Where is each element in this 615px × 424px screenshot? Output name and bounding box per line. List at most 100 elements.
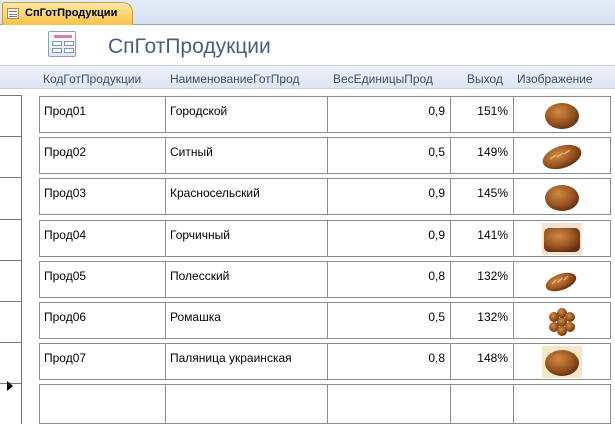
yield-field[interactable]: 149% (450, 137, 514, 174)
record-selector[interactable] (0, 342, 22, 383)
record-row: Прод02 Ситный 0,5 149% (39, 137, 611, 174)
image-field[interactable] (513, 302, 611, 339)
yield-field[interactable]: 148% (450, 343, 514, 380)
record-selector[interactable] (0, 136, 22, 177)
code-field-value: Прод07 (44, 351, 87, 365)
weight-field[interactable]: 0,9 (327, 178, 451, 215)
name-field[interactable]: Красносельский (165, 178, 328, 215)
yield-field[interactable] (450, 384, 514, 424)
name-field[interactable]: Горчичный (165, 220, 328, 257)
weight-field[interactable]: 0,9 (327, 220, 451, 257)
name-field[interactable]: Городской (165, 96, 328, 133)
code-field-value: Прод01 (44, 104, 87, 118)
image-field[interactable] (513, 178, 611, 215)
yield-field[interactable]: 132% (450, 302, 514, 339)
name-field-value: Ситный (170, 145, 213, 159)
round-loaf-image (542, 181, 582, 213)
weight-field[interactable]: 0,8 (327, 261, 451, 298)
form-icon (7, 8, 19, 19)
code-field[interactable]: Прод06 (39, 302, 166, 339)
form-title: СпГотПродукции (108, 35, 271, 58)
code-field[interactable]: Прод07 (39, 343, 166, 380)
weight-field-value: 0,8 (428, 269, 445, 283)
name-field-value: Полесский (170, 269, 230, 283)
record-row: Прод03 Красносельский 0,9 145% (39, 178, 611, 215)
code-field-value: Прод04 (44, 228, 87, 242)
name-field[interactable]: Ромашка (165, 302, 328, 339)
yield-field[interactable]: 145% (450, 178, 514, 215)
yield-field[interactable]: 132% (450, 261, 514, 298)
record-row: Прод06 Ромашка 0,5 132% (39, 302, 611, 339)
record-selector[interactable] (0, 177, 22, 218)
record-row (39, 384, 611, 424)
weight-field[interactable]: 0,8 (327, 343, 451, 380)
yield-field-value: 149% (477, 145, 508, 159)
form-icon (48, 31, 78, 59)
record-selector[interactable] (0, 381, 22, 424)
document-tab[interactable]: СпГотПродукции (2, 2, 133, 25)
code-field-value: Прод06 (44, 310, 87, 324)
record-row: Прод07 Паляница украинская 0,8 148% (39, 343, 611, 380)
image-field[interactable] (513, 261, 611, 298)
name-field-value: Паляница украинская (170, 351, 292, 365)
code-field[interactable]: Прод01 (39, 96, 166, 133)
column-header-yield: Выход (467, 72, 503, 86)
column-header-image: Изображение (517, 72, 593, 86)
name-field[interactable]: Паляница украинская (165, 343, 328, 380)
long-loaf-image (542, 144, 582, 170)
yield-field-value: 145% (477, 186, 508, 200)
weight-field-value: 0,9 (428, 228, 445, 242)
yield-field[interactable]: 151% (450, 96, 514, 133)
yield-field[interactable]: 141% (450, 220, 514, 257)
yield-field-value: 151% (477, 104, 508, 118)
code-field-value: Прод02 (44, 145, 87, 159)
weight-field-value: 0,9 (428, 104, 445, 118)
document-tab-bar: СпГотПродукции (0, 0, 615, 25)
record-selector[interactable] (0, 260, 22, 301)
record-row: Прод05 Полесский 0,8 132% (39, 261, 611, 298)
column-header-code: КодГотПродукции (43, 72, 142, 86)
weight-field[interactable] (327, 384, 451, 424)
code-field[interactable]: Прод03 (39, 178, 166, 215)
yield-field-value: 141% (477, 228, 508, 242)
brick-loaf-image (542, 223, 582, 255)
code-field[interactable]: Прод05 (39, 261, 166, 298)
small-loaf-image (545, 272, 577, 292)
weight-field[interactable]: 0,5 (327, 302, 451, 339)
name-field-value: Ромашка (170, 310, 221, 324)
yield-field-value: 148% (477, 351, 508, 365)
name-field[interactable]: Ситный (165, 137, 328, 174)
image-field[interactable] (513, 220, 611, 257)
flower-bun-image (549, 308, 575, 336)
image-field[interactable] (513, 384, 611, 424)
name-field[interactable]: Полесский (165, 261, 328, 298)
image-field[interactable] (513, 96, 611, 133)
column-header-weight: ВесЕдиницыПрод (333, 72, 433, 86)
record-row: Прод04 Горчичный 0,9 141% (39, 220, 611, 257)
code-field[interactable]: Прод04 (39, 220, 166, 257)
weight-field[interactable]: 0,5 (327, 137, 451, 174)
name-field[interactable] (165, 384, 328, 424)
record-selector[interactable] (0, 95, 22, 136)
code-field[interactable]: Прод02 (39, 137, 166, 174)
form-header: СпГотПродукции (0, 25, 615, 65)
record-selector-column (0, 95, 22, 424)
weight-field[interactable]: 0,9 (327, 96, 451, 133)
record-row: Прод01 Городской 0,9 151% (39, 96, 611, 133)
code-field[interactable] (39, 384, 166, 424)
record-selector[interactable] (0, 219, 22, 260)
round-loaf-image (542, 346, 582, 378)
image-field[interactable] (513, 137, 611, 174)
name-field-value: Городской (170, 104, 228, 118)
current-record-arrow-icon (7, 381, 13, 391)
yield-field-value: 132% (477, 310, 508, 324)
name-field-value: Красносельский (170, 186, 260, 200)
column-header-name: НаименованиеГотПрод (170, 72, 300, 86)
code-field-value: Прод05 (44, 269, 87, 283)
record-selector[interactable] (0, 301, 22, 342)
tab-label: СпГотПродукции (25, 7, 118, 19)
code-field-value: Прод03 (44, 186, 87, 200)
image-field[interactable] (513, 343, 611, 380)
column-header-strip: КодГотПродукции НаименованиеГотПрод ВесЕ… (0, 65, 615, 89)
weight-field-value: 0,8 (428, 351, 445, 365)
